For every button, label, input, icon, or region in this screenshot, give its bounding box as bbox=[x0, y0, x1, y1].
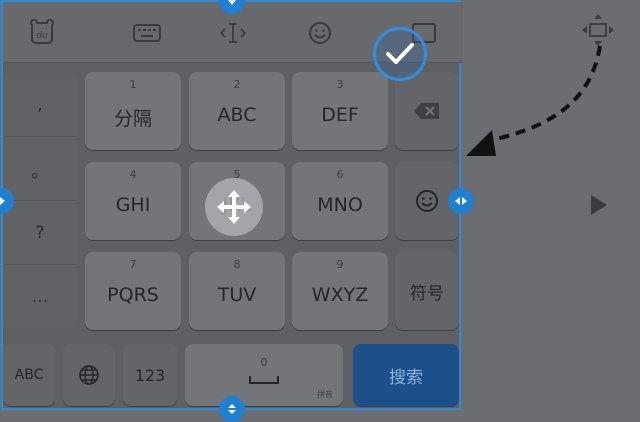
key-label: WXYZ bbox=[311, 284, 369, 306]
key-label: MNO bbox=[317, 194, 363, 216]
space-key[interactable]: 0 拼音 bbox=[185, 344, 343, 406]
punct-comma-key[interactable]: , bbox=[3, 74, 77, 137]
key-7[interactable]: 7 PQRS bbox=[85, 252, 181, 330]
key-number: 7 bbox=[129, 258, 137, 271]
key-number: 4 bbox=[129, 168, 137, 181]
key-number: 1 bbox=[129, 78, 137, 91]
punct-question-key[interactable]: ? bbox=[3, 202, 77, 265]
key-label: 分隔 bbox=[113, 108, 152, 130]
key-6[interactable]: 6 MNO bbox=[292, 162, 388, 240]
globe-icon bbox=[63, 344, 115, 406]
confirm-button[interactable] bbox=[373, 27, 427, 81]
key-3[interactable]: 3 DEF bbox=[292, 72, 388, 150]
space-number: 0 bbox=[260, 356, 268, 369]
key-9[interactable]: 9 WXYZ bbox=[292, 252, 388, 330]
punct-ellipsis-key[interactable]: ... bbox=[3, 266, 77, 328]
du-logo-icon[interactable]: du bbox=[25, 16, 59, 50]
punct-label: ... bbox=[31, 287, 49, 307]
key-number: 6 bbox=[336, 168, 344, 181]
number-mode-label: 123 bbox=[134, 365, 166, 385]
backspace-icon bbox=[395, 72, 459, 150]
resize-bottom-handle[interactable] bbox=[219, 396, 245, 422]
space-hint: 拼音 bbox=[317, 390, 333, 399]
keyboard-icon[interactable] bbox=[130, 16, 164, 50]
abc-label: ABC bbox=[14, 367, 44, 383]
space-bar-icon bbox=[249, 376, 279, 384]
key-2[interactable]: 2 ABC bbox=[189, 72, 285, 150]
abc-key[interactable]: ABC bbox=[3, 344, 55, 406]
arrow-leftright-icon bbox=[455, 197, 467, 205]
search-label: 搜索 bbox=[389, 367, 423, 388]
key-label: DEF bbox=[321, 104, 359, 126]
key-label: PQRS bbox=[107, 284, 159, 306]
punctuation-column: , 。 ? ... bbox=[3, 74, 77, 330]
key-number: 2 bbox=[233, 78, 241, 91]
arrow-down-icon bbox=[228, 0, 236, 5]
key-4[interactable]: 4 GHI bbox=[85, 162, 181, 240]
symbol-label: 符号 bbox=[410, 283, 444, 304]
key-label: GHI bbox=[115, 194, 151, 216]
globe-key[interactable] bbox=[63, 344, 115, 406]
emoji-icon[interactable] bbox=[303, 16, 337, 50]
punct-label: , bbox=[37, 95, 43, 115]
key-1[interactable]: 1 分隔 bbox=[85, 72, 181, 150]
arrow-right-icon bbox=[0, 197, 5, 205]
punct-label: 。 bbox=[31, 161, 49, 182]
backspace-key[interactable] bbox=[395, 72, 459, 150]
search-key[interactable]: 搜索 bbox=[353, 344, 459, 406]
key-number: 3 bbox=[336, 78, 344, 91]
play-arrow-icon[interactable] bbox=[588, 193, 610, 217]
key-label: TUV bbox=[217, 284, 257, 306]
move-keyboard-handle[interactable] bbox=[205, 178, 263, 236]
punct-period-key[interactable]: 。 bbox=[3, 138, 77, 201]
dashed-curve-arrow bbox=[466, 45, 602, 156]
symbol-key[interactable]: 符号 bbox=[395, 252, 459, 330]
cursor-icon[interactable] bbox=[216, 16, 250, 50]
resize-right-handle[interactable] bbox=[448, 188, 474, 214]
checkmark-icon bbox=[386, 43, 414, 64]
key-label: ABC bbox=[217, 104, 257, 126]
move-icon bbox=[217, 190, 251, 224]
key-number: 8 bbox=[233, 258, 241, 271]
key-8[interactable]: 8 TUV bbox=[189, 252, 285, 330]
move-indicator-icon bbox=[582, 14, 614, 46]
key-number: 9 bbox=[336, 258, 344, 271]
number-mode-key[interactable]: 123 bbox=[123, 344, 177, 406]
punct-label: ? bbox=[35, 223, 45, 243]
svg-text:du: du bbox=[36, 31, 48, 41]
